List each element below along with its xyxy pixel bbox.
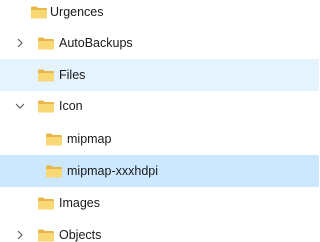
tree-item-urgences[interactable]: Urgences <box>0 0 319 27</box>
tree-item-objects[interactable]: Objects <box>0 219 319 242</box>
tree-item-mipmap[interactable]: mipmap <box>0 123 319 155</box>
tree-item-autobackups[interactable]: AutoBackups <box>0 27 319 59</box>
tree-item-label: Files <box>59 68 86 82</box>
chevron-right-icon[interactable] <box>14 229 26 241</box>
tree-item-label: Images <box>59 196 100 210</box>
tree-item-label: AutoBackups <box>59 36 133 50</box>
tree-item-label: mipmap <box>67 132 112 146</box>
folder-icon <box>38 37 54 50</box>
folder-icon <box>38 69 54 82</box>
tree-item-files[interactable]: Files <box>0 59 319 91</box>
folder-icon <box>38 197 54 210</box>
tree-item-icon[interactable]: Icon <box>0 91 319 123</box>
tree-item-label: mipmap-xxxhdpi <box>67 164 159 178</box>
tree-item-images[interactable]: Images <box>0 187 319 219</box>
chevron-right-icon[interactable] <box>14 37 26 49</box>
tree-item-label: Urgences <box>50 5 104 19</box>
folder-icon <box>38 229 54 242</box>
tree-item-mipmap-xxxhdpi[interactable]: mipmap-xxxhdpi <box>0 155 319 187</box>
folder-icon <box>31 6 47 19</box>
folder-icon <box>46 133 62 146</box>
folder-icon <box>46 165 62 178</box>
tree-item-label: Objects <box>59 228 102 242</box>
chevron-down-icon[interactable] <box>14 100 26 112</box>
folder-tree: Urgences AutoBackups Files Icon mipmap m… <box>0 0 319 242</box>
tree-item-label: Icon <box>59 99 83 113</box>
folder-icon <box>38 100 54 113</box>
